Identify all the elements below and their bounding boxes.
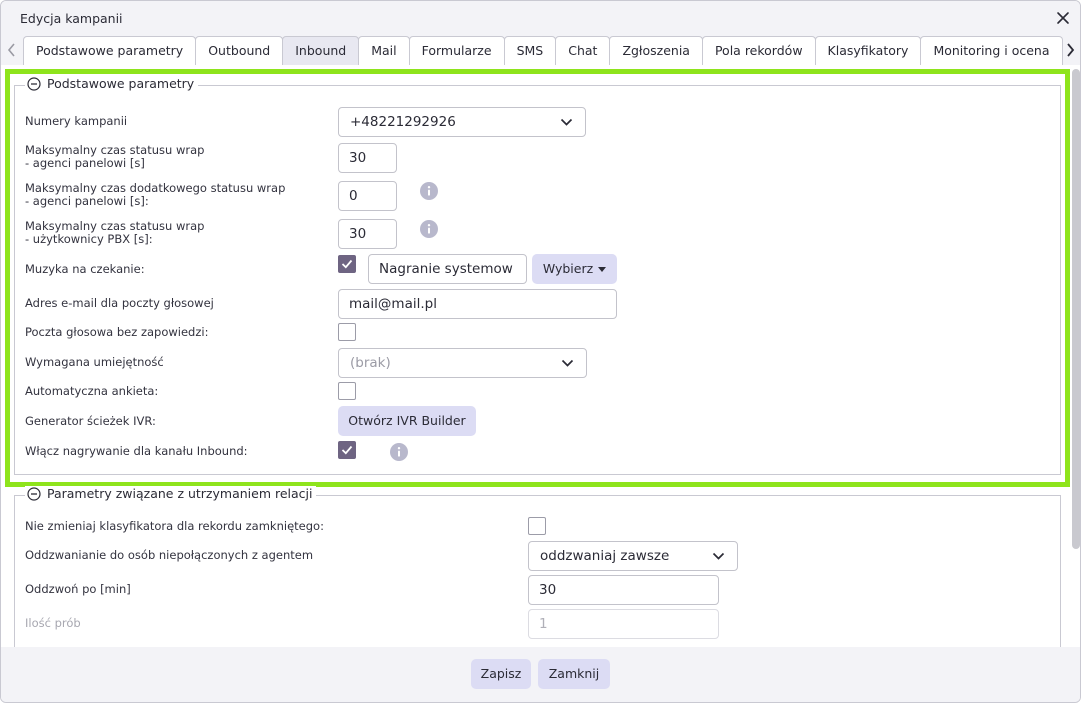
- callback-after-label: Oddzwoń po [min]: [25, 582, 131, 596]
- dialog-footer: Zapisz Zamknij: [1, 647, 1080, 702]
- section-highlight-frame: [5, 69, 1070, 487]
- callback-mode-select[interactable]: oddzwaniaj zawsze: [528, 541, 738, 571]
- tab-mail[interactable]: Mail: [358, 36, 410, 65]
- collapse-icon[interactable]: [27, 486, 41, 501]
- attempts-input: 1: [528, 609, 719, 639]
- callback-mode-label: Oddzwanianie do osób niepołączonych z ag…: [25, 548, 314, 562]
- campaign-edit-dialog: Edycja kampanii Podstawowe parametry Out…: [0, 0, 1081, 703]
- tab-scroll-right-icon[interactable]: [1064, 40, 1076, 60]
- chevron-down-icon: [712, 552, 725, 560]
- tab-bar: Podstawowe parametry Outbound Inbound Ma…: [1, 35, 1080, 65]
- tab-klasyfikatory[interactable]: Klasyfikatory: [814, 36, 922, 65]
- tab-podstawowe-parametry[interactable]: Podstawowe parametry: [23, 36, 197, 65]
- tab-monitoring-i-ocena[interactable]: Monitoring i ocena: [920, 36, 1063, 65]
- attempts-label: Ilość prób: [25, 616, 81, 630]
- callback-after-input[interactable]: 30: [528, 575, 719, 605]
- tab-inbound[interactable]: Inbound: [282, 36, 360, 65]
- tab-formularze[interactable]: Formularze: [408, 36, 505, 65]
- tab-sms[interactable]: SMS: [503, 36, 557, 65]
- section-relationship-parameters: Parametry związane z utrzymaniem relacji…: [14, 486, 1061, 647]
- dialog-titlebar: Edycja kampanii: [1, 1, 1080, 35]
- close-icon[interactable]: [1054, 9, 1072, 27]
- save-button[interactable]: Zapisz: [471, 659, 531, 689]
- tab-outbound[interactable]: Outbound: [195, 36, 284, 65]
- tabs: Podstawowe parametry Outbound Inbound Ma…: [23, 36, 1063, 65]
- close-button[interactable]: Zamknij: [538, 659, 610, 689]
- tab-scroll-left-icon[interactable]: [6, 40, 18, 60]
- tab-content-inbound: Podstawowe parametry Numery kampanii +48…: [1, 65, 1080, 647]
- dialog-title: Edycja kampanii: [20, 11, 123, 26]
- tab-zgloszenia[interactable]: Zgłoszenia: [609, 36, 703, 65]
- keep-classifier-checkbox[interactable]: [528, 517, 546, 535]
- content-scrollbar[interactable]: [1072, 69, 1080, 549]
- tab-pola-rekordow[interactable]: Pola rekordów: [701, 36, 816, 65]
- section-title: Parametry związane z utrzymaniem relacji: [47, 486, 313, 501]
- tab-chat[interactable]: Chat: [555, 36, 611, 65]
- keep-classifier-label: Nie zmieniaj klasyfikatora dla rekordu z…: [25, 519, 324, 533]
- callback-mode-value: oddzwaniaj zawsze: [540, 548, 670, 564]
- section-relationship-legend: Parametry związane z utrzymaniem relacji: [25, 486, 317, 501]
